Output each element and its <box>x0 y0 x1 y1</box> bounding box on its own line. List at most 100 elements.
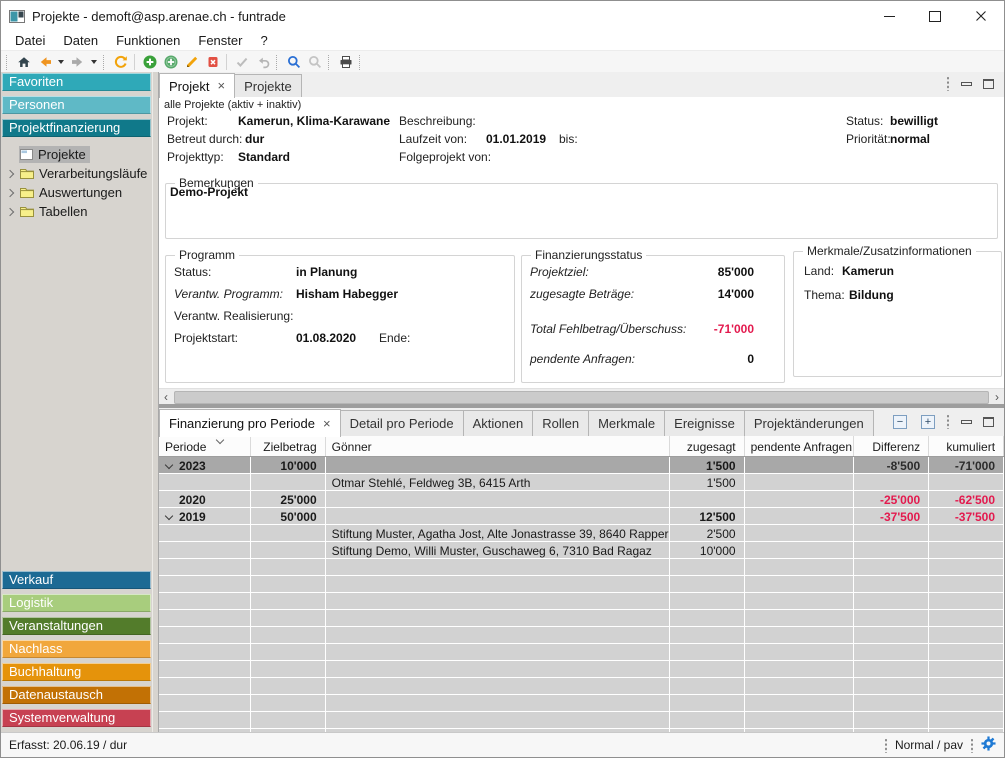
scrollbar-thumb[interactable] <box>174 391 989 404</box>
menu-item-fenster[interactable]: Fenster <box>189 32 251 50</box>
chevron-right-icon[interactable] <box>6 169 14 177</box>
tree-item-tabellen[interactable]: Tabellen <box>1 202 152 221</box>
back-history-caret-icon[interactable] <box>58 60 64 64</box>
sidebar-splitter[interactable] <box>152 72 159 732</box>
close-button[interactable] <box>958 1 1004 31</box>
forward-history-caret-icon[interactable] <box>91 60 97 64</box>
tab-projekt-nderungen[interactable]: Projektänderungen <box>744 410 874 436</box>
sidebar-section-favoriten[interactable]: Favoriten <box>2 73 151 91</box>
tab-ereignisse[interactable]: Ereignisse <box>664 410 745 436</box>
edit-icon[interactable] <box>181 52 202 72</box>
sidebar-section-veranstaltungen[interactable]: Veranstaltungen <box>2 617 151 635</box>
column-header-g-nner[interactable]: Gönner <box>326 436 670 456</box>
menu-item-daten[interactable]: Daten <box>54 32 107 50</box>
cell-differenz: -25'000 <box>854 491 929 508</box>
sidebar: Favoriten Personen Projektfinanzierung Pro… <box>1 72 152 732</box>
minimize-button[interactable] <box>866 1 912 31</box>
tab-detail-pro-periode[interactable]: Detail pro Periode <box>340 410 464 436</box>
menu-item-datei[interactable]: Datei <box>6 32 54 50</box>
search-icon[interactable] <box>283 52 304 72</box>
collapse-all-icon[interactable]: − <box>893 415 907 429</box>
betreut-label: Betreut durch: <box>167 132 242 146</box>
cell-kumuliert: -37'500 <box>929 508 1004 525</box>
add-icon[interactable] <box>139 52 160 72</box>
tab-merkmale[interactable]: Merkmale <box>588 410 665 436</box>
sidebar-section-datenaustausch[interactable]: Datenaustausch <box>2 686 151 704</box>
column-header-zugesagt[interactable]: zugesagt <box>670 436 745 456</box>
column-header-pendente-anfragen[interactable]: pendente Anfragen <box>745 436 855 456</box>
table-row[interactable]: 201950'00012'500-37'500-37'500 <box>159 508 1004 525</box>
panel-maximize-icon[interactable] <box>983 79 994 89</box>
undo-icon[interactable] <box>252 52 273 72</box>
tree-item-verarbeitungsl-ufe[interactable]: Verarbeitungsläufe <box>1 164 152 183</box>
chevron-right-icon[interactable] <box>6 188 14 196</box>
toolbar-grip <box>276 55 280 70</box>
table-row[interactable]: Stiftung Demo, Willi Muster, Guschaweg 6… <box>159 542 1004 559</box>
panel-minimize-icon[interactable] <box>961 420 972 424</box>
window-icon <box>20 149 33 160</box>
table-row[interactable]: 202310'0001'500-8'500-71'000 <box>159 457 1004 474</box>
forward-icon[interactable] <box>67 52 88 72</box>
tree-item-projekte[interactable]: Projekte <box>1 145 152 164</box>
cell-zielbetrag: 25'000 <box>251 491 326 508</box>
cell-periode: 2023 <box>159 457 251 474</box>
add-copy-icon[interactable] <box>160 52 181 72</box>
back-icon[interactable] <box>34 52 55 72</box>
scroll-left-icon[interactable]: ‹ <box>159 389 173 404</box>
land-label: Land: <box>804 264 834 278</box>
thema-value: Bildung <box>849 288 894 302</box>
menu-item-funktionen[interactable]: Funktionen <box>107 32 189 50</box>
panel-menu-icon[interactable] <box>946 76 950 91</box>
table-row[interactable]: Otmar Stehlé, Feldweg 3B, 6415 Arth1'500 <box>159 474 1004 491</box>
refresh-icon[interactable] <box>110 52 131 72</box>
column-header-differenz[interactable]: Differenz <box>854 436 929 456</box>
tab-close-icon[interactable]: × <box>323 419 331 429</box>
panel-minimize-icon[interactable] <box>961 82 972 86</box>
cell-kumuliert: -71'000 <box>929 457 1004 474</box>
maximize-button[interactable] <box>912 1 958 31</box>
horizontal-scrollbar[interactable]: ‹ › <box>159 388 1004 404</box>
cell-pendente <box>745 491 855 508</box>
tree-item-auswertungen[interactable]: Auswertungen <box>1 183 152 202</box>
cell-differenz: -8'500 <box>854 457 929 474</box>
app-window: Projekte - demoft@asp.arenae.ch - funtra… <box>0 0 1005 758</box>
cell-zugesagt: 1'500 <box>670 457 745 474</box>
tree-item-label: Projekte <box>38 147 86 162</box>
projekttyp-value: Standard <box>238 150 290 164</box>
projektziel-value: 85'000 <box>718 265 754 279</box>
table-row-empty <box>159 712 1004 729</box>
title-bar: Projekte - demoft@asp.arenae.ch - funtra… <box>1 1 1004 31</box>
print-icon[interactable] <box>335 52 356 72</box>
tab-projekt[interactable]: Projekt× <box>159 73 235 98</box>
menu-item-help[interactable]: ? <box>251 32 276 50</box>
tab-rollen[interactable]: Rollen <box>532 410 589 436</box>
tab-close-icon[interactable]: × <box>217 81 225 91</box>
scroll-right-icon[interactable]: › <box>990 389 1004 404</box>
column-header-periode[interactable]: Periode <box>159 436 251 456</box>
confirm-icon[interactable] <box>231 52 252 72</box>
tab-aktionen[interactable]: Aktionen <box>463 410 534 436</box>
toolbar-grip <box>103 55 107 70</box>
settings-gear-icon[interactable] <box>981 736 996 754</box>
column-header-zielbetrag[interactable]: Zielbetrag <box>251 436 326 456</box>
sidebar-section-personen[interactable]: Personen <box>2 96 151 114</box>
panel-menu-icon[interactable] <box>946 414 950 429</box>
tab-projekte[interactable]: Projekte <box>234 74 302 97</box>
search-secondary-icon[interactable] <box>304 52 325 72</box>
column-header-kumuliert[interactable]: kumuliert <box>929 436 1004 456</box>
sidebar-section-systemverwaltung[interactable]: Systemverwaltung <box>2 709 151 727</box>
chevron-right-icon[interactable] <box>6 207 14 215</box>
expand-all-icon[interactable]: + <box>921 415 935 429</box>
table-row[interactable]: Stiftung Muster, Agatha Jost, Alte Jonas… <box>159 525 1004 542</box>
sidebar-section-buchhaltung[interactable]: Buchhaltung <box>2 663 151 681</box>
sidebar-section-nachlass[interactable]: Nachlass <box>2 640 151 658</box>
home-icon[interactable] <box>13 52 34 72</box>
table-row[interactable]: 202025'000-25'000-62'500 <box>159 491 1004 508</box>
delete-icon[interactable] <box>202 52 223 72</box>
panel-maximize-icon[interactable] <box>983 417 994 427</box>
sidebar-section-verkauf[interactable]: Verkauf <box>2 571 151 589</box>
sidebar-section-logistik[interactable]: Logistik <box>2 594 151 612</box>
tab-finanzierung-pro-periode[interactable]: Finanzierung pro Periode× <box>159 409 341 437</box>
table-row-empty <box>159 610 1004 627</box>
sidebar-section-projektfinanzierung[interactable]: Projektfinanzierung <box>2 119 151 137</box>
